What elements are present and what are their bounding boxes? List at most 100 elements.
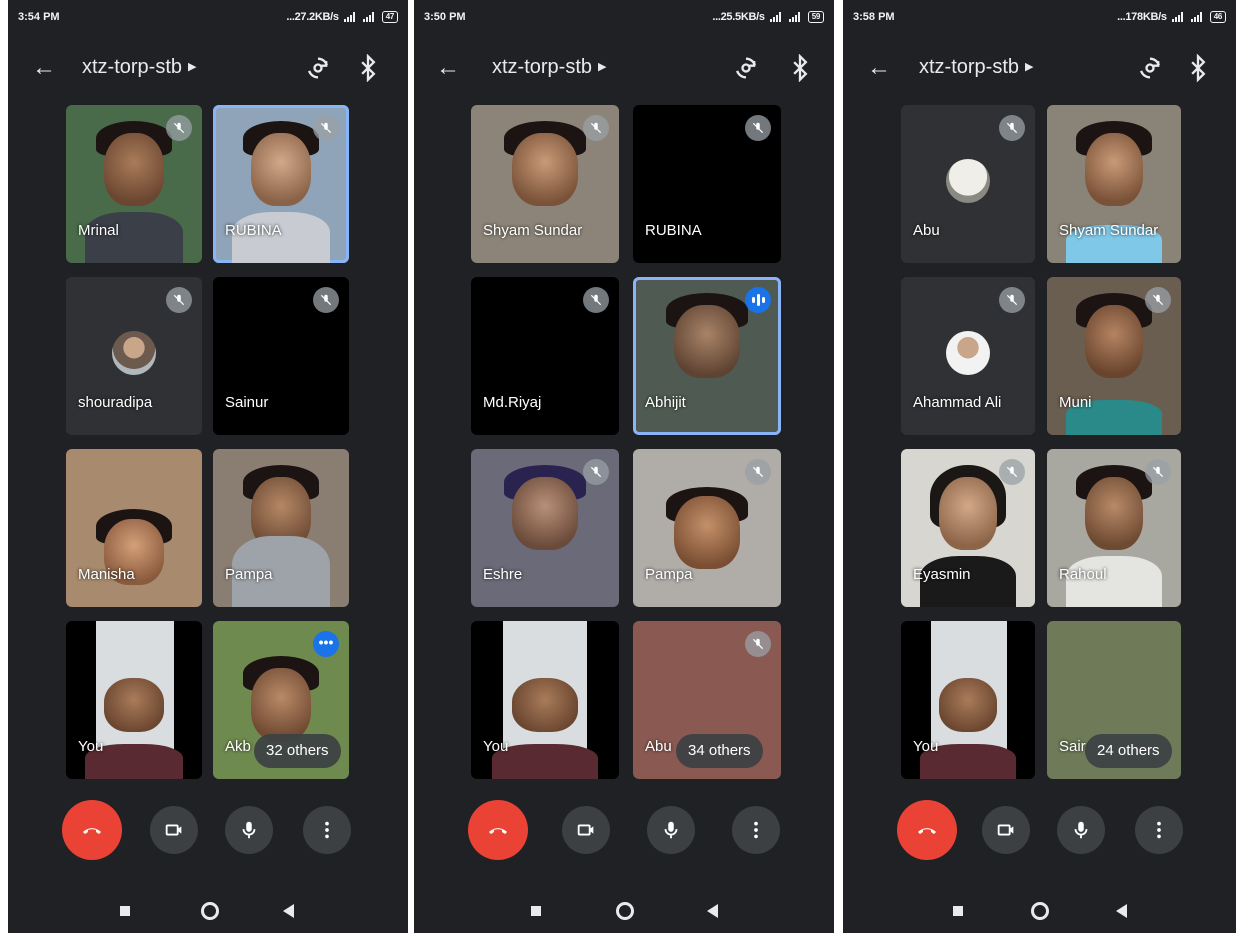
mic-off-icon	[999, 115, 1025, 141]
participant-tile[interactable]: Abu	[901, 105, 1035, 263]
participant-tile[interactable]: Md.Riyaj	[471, 277, 619, 435]
end-call-button[interactable]	[897, 800, 957, 860]
participant-name: Eyasmin	[913, 566, 971, 583]
participant-tile[interactable]: Sainur	[213, 277, 349, 435]
mic-off-icon	[745, 631, 771, 657]
video-feed	[104, 133, 164, 207]
participant-tile[interactable]: RUBINA	[633, 105, 781, 263]
back-arrow-icon[interactable]: ←	[865, 54, 893, 82]
meeting-title[interactable]: xtz-torp-stb ▶	[82, 56, 197, 79]
nav-home-icon[interactable]	[201, 902, 219, 920]
mic-toggle-button[interactable]	[225, 806, 273, 854]
mic-off-icon	[583, 459, 609, 485]
avatar	[946, 331, 990, 375]
status-bar: 3:58 PM ...178KB/s 46	[843, 0, 1236, 34]
end-call-button[interactable]	[468, 800, 528, 860]
app-bar: ← xtz-torp-stb ▶	[8, 48, 408, 88]
participant-name: Sainur	[225, 394, 269, 411]
switch-camera-icon[interactable]	[1136, 54, 1164, 82]
caret-right-icon: ▶	[1025, 61, 1034, 73]
video-feed	[104, 677, 164, 732]
more-options-button[interactable]	[732, 806, 780, 854]
video-feed	[251, 668, 311, 742]
participant-tile[interactable]: Pampa	[633, 449, 781, 607]
switch-camera-icon[interactable]	[304, 54, 332, 82]
participant-tile[interactable]: Muni	[1047, 277, 1181, 435]
end-call-icon	[83, 828, 101, 834]
mic-off-icon	[583, 115, 609, 141]
caret-right-icon: ▶	[598, 61, 607, 73]
participant-tile[interactable]: Shyam Sundar	[471, 105, 619, 263]
participant-name: Shyam Sundar	[1059, 222, 1159, 239]
status-time: 3:58 PM	[853, 11, 895, 23]
back-arrow-icon[interactable]: ←	[434, 54, 462, 82]
participant-tile[interactable]: Eyasmin	[901, 449, 1035, 607]
participant-name: Pampa	[225, 566, 273, 583]
mic-off-icon	[745, 459, 771, 485]
nav-back-icon[interactable]	[1116, 904, 1128, 918]
signal-icon	[343, 12, 358, 22]
participant-tile[interactable]: Mrinal	[66, 105, 202, 263]
switch-camera-icon[interactable]	[732, 54, 760, 82]
participant-tile[interactable]: You	[471, 621, 619, 779]
participant-name: RUBINA	[225, 222, 282, 239]
nav-back-icon[interactable]	[707, 904, 719, 918]
participant-tile[interactable]: Abhijit	[633, 277, 781, 435]
end-call-button[interactable]	[62, 800, 122, 860]
avatar	[112, 331, 156, 375]
meet-screen-3: 3:58 PM ...178KB/s 46 ← xtz-torp-stb ▶ Ab…	[843, 0, 1236, 933]
app-bar: ← xtz-torp-stb ▶	[414, 48, 834, 88]
audio-level-icon	[745, 287, 771, 313]
mic-off-icon	[745, 115, 771, 141]
mic-icon	[242, 821, 256, 839]
participant-name: Ahammad Ali	[913, 394, 1002, 411]
nav-square-icon[interactable]	[531, 906, 541, 916]
mic-off-icon	[999, 459, 1025, 485]
participant-name: Mrinal	[78, 222, 119, 239]
battery-icon: 47	[381, 11, 398, 23]
participant-tile[interactable]: Pampa	[213, 449, 349, 607]
nav-home-icon[interactable]	[616, 902, 634, 920]
mic-toggle-button[interactable]	[647, 806, 695, 854]
participant-name: Muni	[1059, 394, 1092, 411]
video-feed	[512, 677, 578, 732]
status-indicators: ...25.5KB/s 59	[712, 11, 824, 23]
others-count-chip[interactable]: 32 others	[254, 734, 341, 768]
participant-name: Akb	[225, 738, 251, 755]
mic-off-icon	[313, 287, 339, 313]
video-feed	[674, 305, 740, 379]
bluetooth-icon[interactable]	[354, 54, 382, 82]
participant-tile[interactable]: Manisha	[66, 449, 202, 607]
bluetooth-icon[interactable]	[786, 54, 814, 82]
meeting-title[interactable]: xtz-torp-stb ▶	[919, 56, 1034, 79]
video-toggle-button[interactable]	[150, 806, 198, 854]
status-indicators: ...27.2KB/s 47	[286, 11, 398, 23]
participant-tile[interactable]: shouradipa	[66, 277, 202, 435]
nav-back-icon[interactable]	[283, 904, 295, 918]
others-count-chip[interactable]: 24 others	[1085, 734, 1172, 768]
video-toggle-button[interactable]	[982, 806, 1030, 854]
participant-tile[interactable]: Rahoul	[1047, 449, 1181, 607]
meeting-title[interactable]: xtz-torp-stb ▶	[492, 56, 607, 79]
participant-tile[interactable]: You	[66, 621, 202, 779]
participant-tile[interactable]: Eshre	[471, 449, 619, 607]
participant-tile[interactable]: Ahammad Ali	[901, 277, 1035, 435]
video-toggle-button[interactable]	[562, 806, 610, 854]
participant-tile[interactable]: You	[901, 621, 1035, 779]
mic-icon	[1074, 821, 1088, 839]
nav-square-icon[interactable]	[953, 906, 963, 916]
participant-name: You	[78, 738, 104, 755]
mic-toggle-button[interactable]	[1057, 806, 1105, 854]
nav-square-icon[interactable]	[120, 906, 130, 916]
more-options-button[interactable]	[303, 806, 351, 854]
status-indicators: ...178KB/s 46	[1117, 11, 1226, 23]
participant-tile[interactable]: RUBINA	[213, 105, 349, 263]
battery-icon: 59	[807, 11, 824, 23]
back-arrow-icon[interactable]: ←	[30, 54, 58, 82]
more-options-button[interactable]	[1135, 806, 1183, 854]
bluetooth-icon[interactable]	[1184, 54, 1212, 82]
others-count-chip[interactable]: 34 others	[676, 734, 763, 768]
participant-tile[interactable]: Shyam Sundar	[1047, 105, 1181, 263]
nav-home-icon[interactable]	[1031, 902, 1049, 920]
participant-name: Eshre	[483, 566, 523, 583]
